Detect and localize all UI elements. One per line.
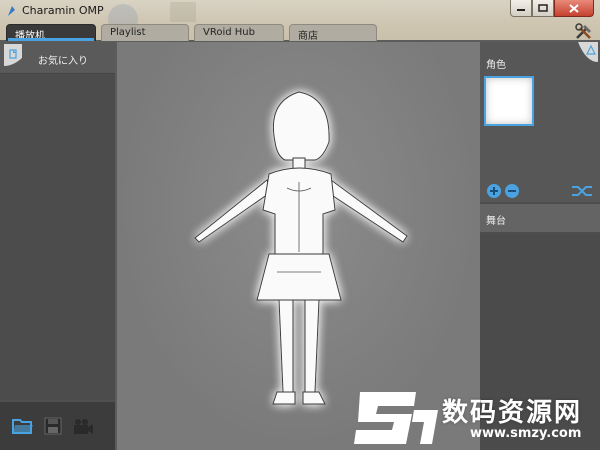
window-controls — [510, 0, 594, 17]
watermark-text: 数码资源网 — [442, 398, 583, 428]
remove-icon[interactable] — [505, 184, 519, 198]
close-icon — [569, 3, 579, 13]
favorites-label: お気に入り — [38, 56, 88, 67]
add-icon[interactable] — [487, 184, 501, 198]
stage-section-header[interactable]: 舞台 — [480, 204, 600, 232]
warning-icon[interactable] — [576, 42, 598, 64]
tab-label: Playlist — [110, 27, 146, 38]
tools-icon[interactable] — [574, 22, 594, 40]
tab-shop[interactable]: 商店 — [289, 24, 377, 42]
video-camera-icon[interactable] — [72, 417, 94, 435]
title-bar: Charamin OMP — [0, 0, 600, 34]
document-icon[interactable] — [4, 44, 22, 66]
maximize-button[interactable] — [532, 0, 554, 17]
close-button[interactable] — [554, 0, 594, 17]
favorites-panel: お気に入り — [0, 42, 115, 450]
favorites-list[interactable] — [0, 75, 115, 400]
window-title: Charamin OMP — [22, 4, 104, 17]
minimize-icon — [517, 9, 525, 11]
maximize-icon — [538, 4, 548, 12]
minimize-button[interactable] — [510, 0, 532, 17]
stage-label: 舞台 — [486, 216, 506, 227]
tab-vroid-hub[interactable]: VRoid Hub — [194, 24, 284, 41]
tab-label: 商店 — [298, 31, 318, 42]
shuffle-icon[interactable] — [572, 186, 592, 196]
tab-playlist[interactable]: Playlist — [101, 24, 189, 41]
left-toolbar — [0, 402, 115, 450]
role-toolbar — [487, 184, 592, 198]
save-icon[interactable] — [42, 417, 64, 435]
app-window: Charamin OMP 播放机 Playlist VRoid Hub 商店 お… — [0, 0, 600, 450]
tab-label: VRoid Hub — [203, 27, 255, 38]
favorites-header: お気に入り — [0, 42, 115, 74]
role-label: 角色 — [486, 60, 506, 71]
background-blur — [170, 2, 196, 22]
role-section: 角色 — [480, 42, 600, 202]
character-thumbnail[interactable] — [484, 76, 534, 126]
watermark-url: www.smzy.com — [470, 426, 582, 441]
open-folder-icon[interactable] — [12, 417, 34, 435]
watermark-logo — [354, 392, 438, 444]
active-tab-indicator — [8, 38, 94, 41]
watermark: 数码资源网 www.smzy.com — [350, 380, 600, 450]
app-logo-icon — [8, 6, 15, 16]
